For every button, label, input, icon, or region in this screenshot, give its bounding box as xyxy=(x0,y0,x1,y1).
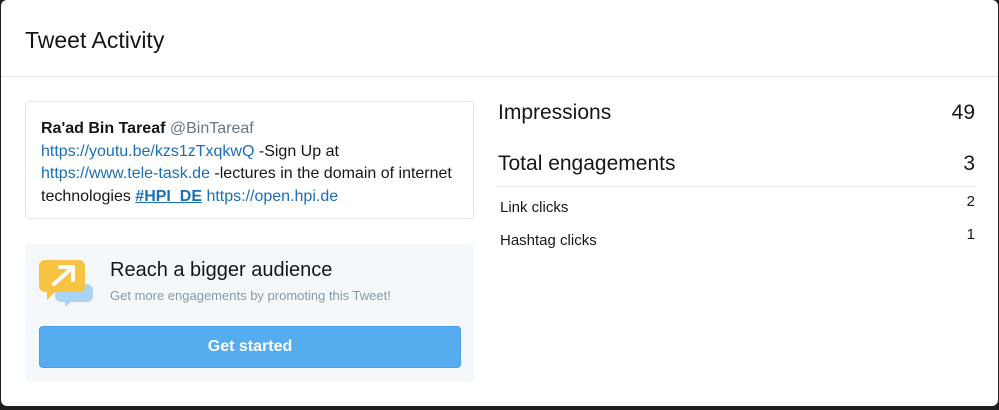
modal-header: Tweet Activity xyxy=(1,0,998,77)
engagements-row: Total engagements 3 xyxy=(498,146,975,186)
engagements-label: Total engagements xyxy=(498,152,676,175)
promo-title: Reach a bigger audience xyxy=(110,259,333,281)
link-clicks-label: Link clicks xyxy=(500,199,569,216)
get-started-button[interactable]: Get started xyxy=(39,326,461,368)
link-clicks-row: Link clicks 2 xyxy=(498,187,975,220)
promo-subtitle: Get more engagements by promoting this T… xyxy=(110,288,391,303)
megaphone-arrow-icon xyxy=(39,258,93,308)
hashtag-clicks-label: Hashtag clicks xyxy=(500,232,597,249)
link-clicks-value: 2 xyxy=(966,193,975,210)
tweet-author-handle[interactable]: @BinTareaf xyxy=(170,120,254,137)
tweet-hashtag[interactable]: #HPI_DE xyxy=(135,188,202,205)
metrics-panel: Impressions 49 Total engagements 3 Link … xyxy=(498,95,975,253)
tweet-link-openhpi[interactable]: https://open.hpi.de xyxy=(206,188,338,205)
hashtag-clicks-value: 1 xyxy=(966,226,975,243)
tweet-activity-modal: Tweet Activity Ra'ad Bin Tareaf @BinTare… xyxy=(1,0,998,406)
impressions-label: Impressions xyxy=(498,101,612,124)
tweet-link-teletask[interactable]: https://www.tele-task.de xyxy=(41,165,210,182)
hashtag-clicks-row: Hashtag clicks 1 xyxy=(498,220,975,253)
promote-panel: Reach a bigger audience Get more engagem… xyxy=(25,244,474,382)
modal-title: Tweet Activity xyxy=(25,27,165,53)
tweet-author-name[interactable]: Ra'ad Bin Tareaf xyxy=(41,120,165,137)
tweet-link-youtube[interactable]: https://youtu.be/kzs1zTxqkwQ xyxy=(41,143,254,160)
impressions-value: 49 xyxy=(951,101,975,124)
tweet-text: -Sign Up at xyxy=(254,142,339,160)
engagements-value: 3 xyxy=(963,152,975,175)
tweet-card[interactable]: Ra'ad Bin Tareaf @BinTareaf https://yout… xyxy=(25,101,474,219)
impressions-row: Impressions 49 xyxy=(498,95,975,146)
